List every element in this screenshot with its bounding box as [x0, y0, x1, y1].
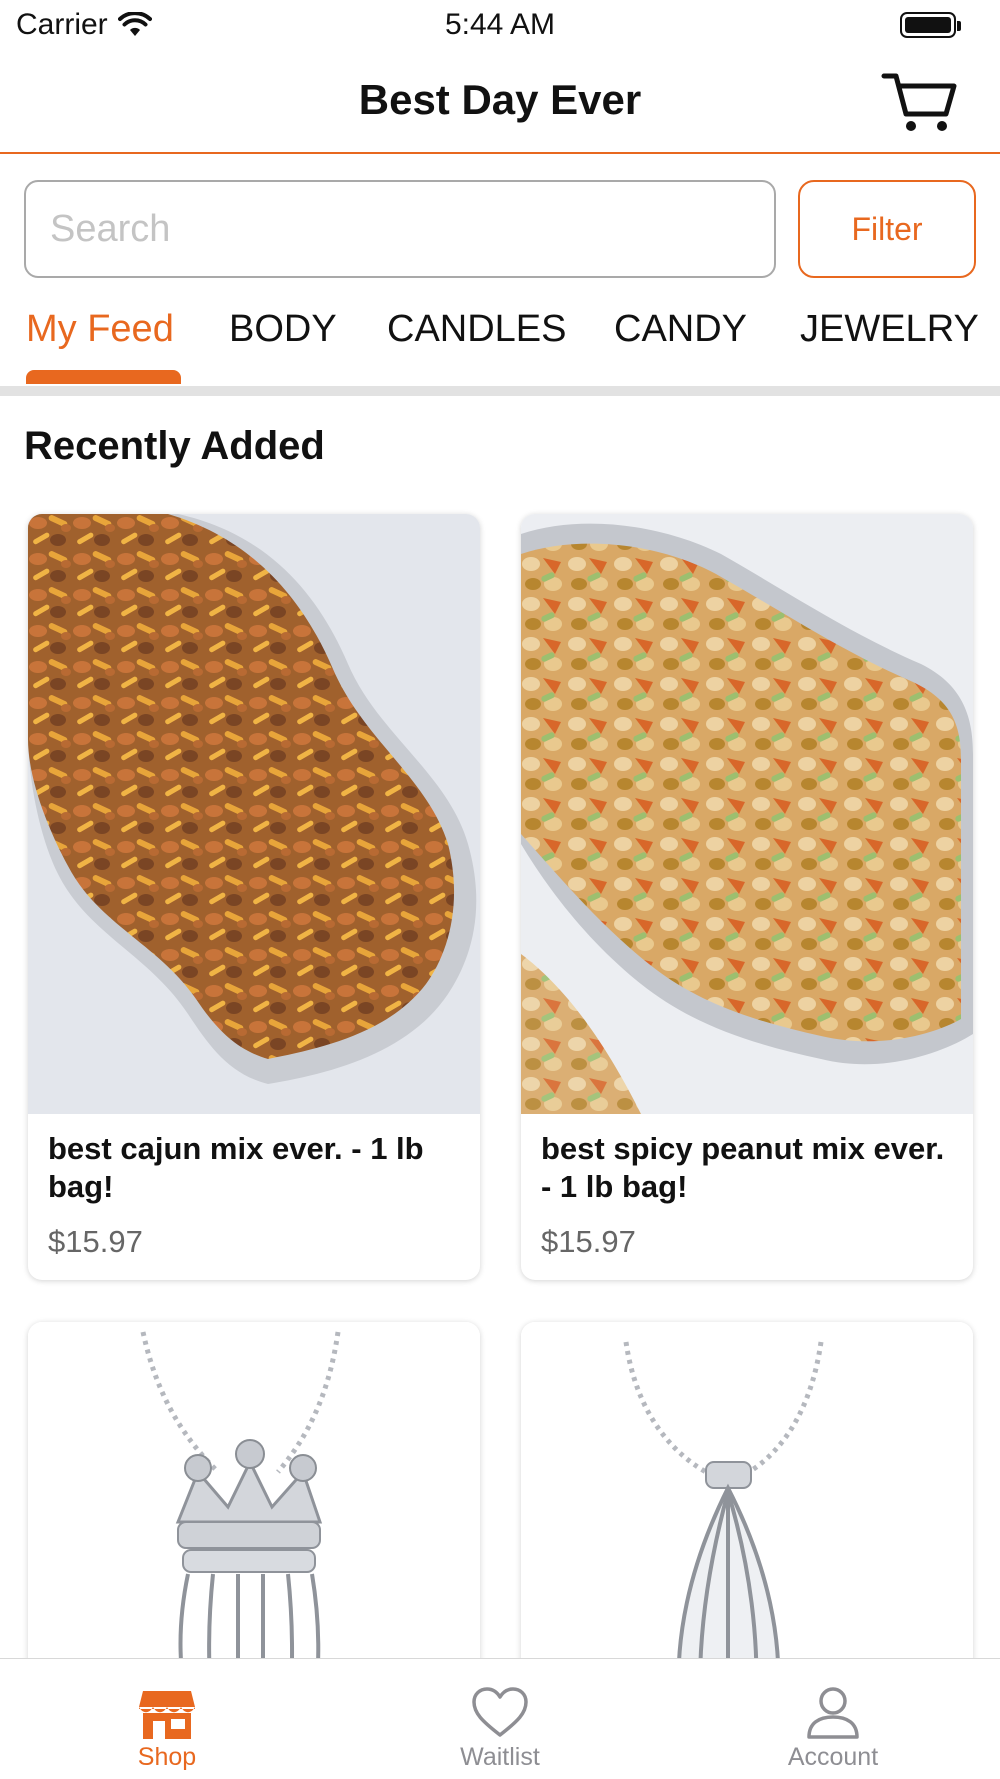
tab-bar-shop[interactable]: Shop — [0, 1659, 334, 1779]
heart-icon — [472, 1687, 528, 1737]
tab-divider — [0, 386, 1000, 396]
shopping-cart-icon — [881, 73, 957, 131]
search-input[interactable] — [24, 180, 776, 278]
product-price: $15.97 — [541, 1224, 636, 1259]
active-tab-indicator — [26, 370, 181, 384]
shop-icon — [139, 1691, 195, 1739]
status-time: 5:44 AM — [444, 8, 556, 41]
spicy-peanut-mix-photo — [521, 514, 973, 1114]
person-icon — [807, 1687, 859, 1739]
product-price: $15.97 — [48, 1224, 143, 1259]
tab-bar-label: Waitlist — [460, 1743, 540, 1771]
product-name: best spicy peanut mix ever. - 1 lb bag! — [541, 1131, 945, 1204]
tab-my-feed[interactable]: My Feed — [26, 308, 174, 351]
tab-jewelry[interactable]: JEWELRY — [800, 308, 979, 351]
tab-body[interactable]: BODY — [229, 308, 337, 351]
tab-bar-waitlist[interactable]: Waitlist — [333, 1659, 667, 1779]
tab-bar-label: Account — [787, 1743, 879, 1771]
tab-bar-label: Shop — [137, 1743, 197, 1771]
battery-icon — [900, 12, 961, 38]
product-name: best cajun mix ever. - 1 lb bag! — [48, 1131, 424, 1204]
tab-bar-account[interactable]: Account — [666, 1659, 1000, 1779]
status-bar: Carrier 5:44 AM — [0, 0, 1000, 50]
cajun-snack-mix-photo — [28, 514, 480, 1114]
section-title: Recently Added — [24, 424, 325, 468]
nav-bar: Best Day Ever — [0, 52, 1000, 154]
tab-candles[interactable]: CANDLES — [387, 308, 567, 351]
filter-button[interactable]: Filter — [798, 180, 976, 278]
product-card[interactable]: best cajun mix ever. - 1 lb bag! $15.97 — [28, 514, 480, 1280]
tab-bar: Shop Waitlist Account — [0, 1658, 1000, 1778]
cart-button[interactable] — [880, 70, 960, 136]
product-card[interactable]: best spicy peanut mix ever. - 1 lb bag! … — [521, 514, 973, 1280]
tab-candy[interactable]: CANDY — [614, 308, 747, 351]
page-title: Best Day Ever — [358, 76, 642, 123]
category-tabs: My Feed BODY CANDLES CANDY JEWELRY — [0, 298, 1000, 390]
